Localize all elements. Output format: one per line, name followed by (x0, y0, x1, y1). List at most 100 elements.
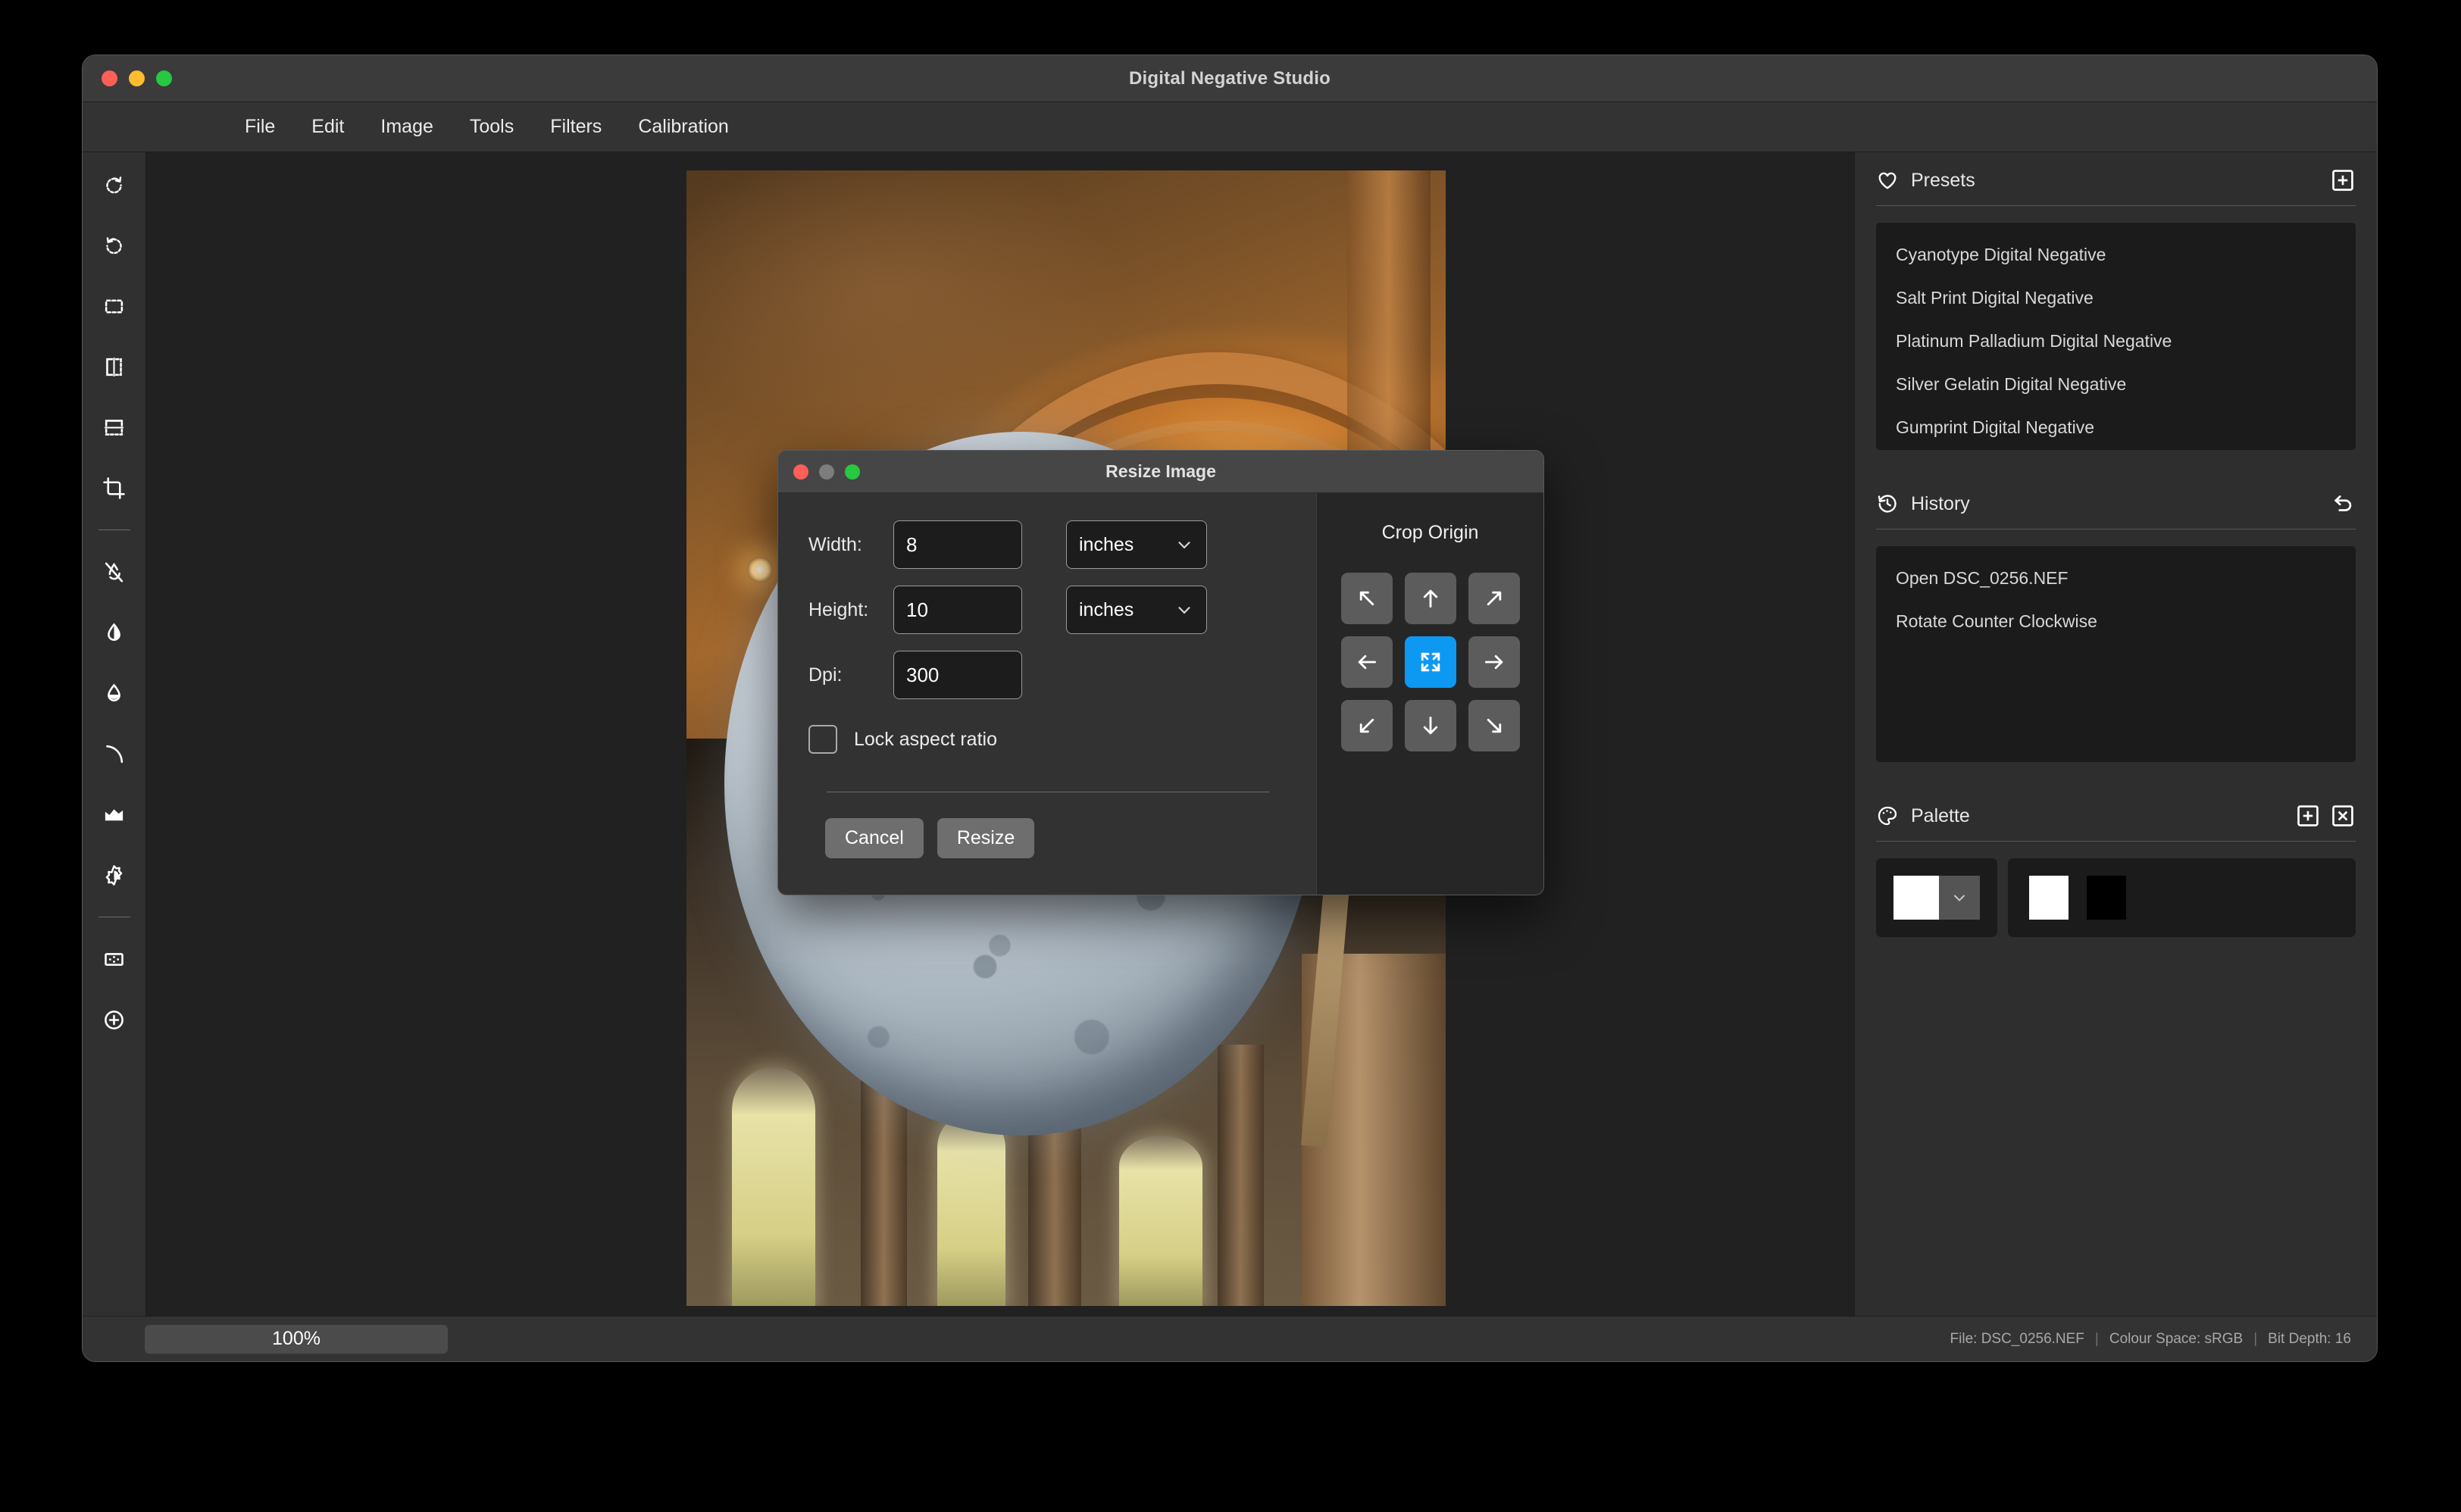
saturation-droplet-tool[interactable] (92, 671, 136, 715)
statusbar: 100% File: DSC_0256.NEF | Colour Space: … (83, 1316, 2377, 1361)
height-label: Height: (808, 598, 869, 620)
current-colour-swatch[interactable] (1893, 876, 1939, 920)
grain-tool[interactable] (92, 937, 136, 981)
crop-origin-top-center[interactable] (1404, 573, 1456, 624)
crop-origin-bottom-right[interactable] (1468, 700, 1520, 751)
crop-origin-bottom-left[interactable] (1340, 700, 1393, 751)
flip-vertical-tool[interactable] (92, 405, 136, 449)
crop-origin-middle-left[interactable] (1340, 636, 1393, 688)
status-colour-space: Colour Space: sRGB (2109, 1330, 2244, 1347)
right-sidebar: Presets Cyanotype Digital Negative Salt … (1854, 152, 2377, 1316)
menu-tools[interactable]: Tools (452, 111, 532, 142)
colour-picker[interactable] (1876, 858, 1997, 937)
photo-window (937, 1113, 1005, 1306)
rotate-clockwise-tool[interactable] (92, 163, 136, 207)
menubar: File Edit Image Tools Filters Calibratio… (83, 102, 2377, 152)
height-unit-value: inches (1079, 598, 1134, 620)
preset-item[interactable]: Platinum Palladium Digital Negative (1876, 320, 2356, 363)
crop-origin-title: Crop Origin (1381, 522, 1479, 543)
crop-origin-top-left[interactable] (1340, 573, 1393, 624)
crop-origin-bottom-center[interactable] (1404, 700, 1456, 751)
colour-picker-inner (1893, 876, 1980, 920)
dialog-body: Width: inches Height: inches (778, 493, 1543, 895)
rotate-counter-clockwise-tool[interactable] (92, 223, 136, 267)
preset-item[interactable]: Cyanotype Digital Negative (1876, 233, 2356, 276)
dpi-field-row: Dpi: (808, 651, 1286, 699)
menu-file[interactable]: File (227, 111, 293, 142)
menu-image[interactable]: Image (362, 111, 451, 142)
selection-marquee-tool[interactable] (92, 284, 136, 328)
menu-calibration[interactable]: Calibration (620, 111, 747, 142)
status-info: File: DSC_0256.NEF | Colour Space: sRGB … (1950, 1331, 2351, 1348)
crop-origin-middle-right[interactable] (1468, 636, 1520, 688)
crop-origin-panel: Crop Origin (1316, 493, 1543, 895)
photo-window (1119, 1136, 1203, 1306)
expand-icon (1421, 652, 1440, 672)
arrow-down-icon (1423, 716, 1437, 735)
height-unit-select[interactable]: inches (1066, 586, 1207, 634)
heart-icon (1876, 169, 1899, 192)
dialog-form: Width: inches Height: inches (778, 493, 1316, 895)
window-titlebar: Digital Negative Studio (83, 55, 2377, 102)
curve-tool[interactable] (92, 732, 136, 776)
width-unit-value: inches (1079, 533, 1134, 555)
resize-image-dialog: Resize Image Width: inches Height: inc (777, 450, 1544, 895)
crop-origin-grid (1317, 573, 1543, 751)
history-item[interactable]: Rotate Counter Clockwise (1876, 600, 2356, 643)
arrow-left-icon (1358, 654, 1376, 670)
preset-item[interactable]: Salt Print Digital Negative (1876, 276, 2356, 320)
history-title: History (1911, 492, 1970, 514)
width-unit-select[interactable]: inches (1066, 520, 1207, 569)
arrow-right-icon (1484, 654, 1503, 670)
palette-panel-header: Palette (1855, 788, 2377, 841)
palette-swatch-black[interactable] (2087, 876, 2126, 920)
window-title: Digital Negative Studio (1129, 67, 1331, 89)
palette-swatch-white[interactable] (2029, 876, 2069, 920)
status-bit-depth: Bit Depth: 16 (2268, 1330, 2351, 1347)
height-field-row: Height: inches (808, 586, 1286, 634)
status-separator: | (2094, 1330, 2099, 1347)
menu-filters[interactable]: Filters (532, 111, 620, 142)
remove-colour-icon[interactable] (2330, 803, 2356, 829)
lock-aspect-ratio-label: Lock aspect ratio (854, 728, 997, 750)
crop-origin-center[interactable] (1404, 636, 1456, 688)
presets-title: Presets (1911, 169, 1975, 191)
flip-horizontal-tool[interactable] (92, 345, 136, 389)
status-separator: | (2253, 1330, 2258, 1347)
undo-icon[interactable] (2330, 491, 2356, 517)
height-input[interactable] (893, 586, 1022, 634)
levels-histogram-tool[interactable] (92, 792, 136, 836)
palette-swatches (2008, 858, 2356, 937)
chevron-down-icon[interactable] (1939, 876, 1980, 920)
dialog-actions: Cancel Resize (808, 818, 1286, 858)
lock-aspect-ratio-checkbox[interactable] (808, 725, 837, 754)
lock-aspect-ratio-row[interactable]: Lock aspect ratio (808, 725, 1286, 754)
arrow-up-left-icon (1359, 591, 1374, 606)
dpi-input[interactable] (893, 651, 1022, 699)
arrow-down-left-icon (1359, 718, 1374, 733)
history-item[interactable]: Open DSC_0256.NEF (1876, 557, 2356, 600)
crop-tool[interactable] (92, 466, 136, 510)
palette-icon (1876, 804, 1899, 827)
arrow-up-right-icon (1487, 591, 1501, 606)
dialog-titlebar: Resize Image (778, 451, 1543, 493)
preset-item[interactable]: Silver Gelatin Digital Negative (1876, 363, 2356, 406)
history-divider (1876, 529, 2356, 530)
width-input[interactable] (893, 520, 1022, 569)
add-circle-tool[interactable] (92, 998, 136, 1042)
contrast-droplet-tool[interactable] (92, 611, 136, 654)
resize-button[interactable]: Resize (937, 818, 1035, 858)
blur-off-tool[interactable] (92, 550, 136, 594)
menu-edit[interactable]: Edit (293, 111, 362, 142)
width-field-row: Width: inches (808, 520, 1286, 569)
status-file: File: DSC_0256.NEF (1950, 1330, 2084, 1347)
chevron-down-icon (1178, 542, 1190, 549)
brightness-tool[interactable] (92, 853, 136, 897)
add-preset-icon[interactable] (2330, 167, 2356, 193)
zoom-level-slider[interactable]: 100% (145, 1324, 448, 1354)
add-colour-icon[interactable] (2295, 803, 2321, 829)
preset-item[interactable]: Gumprint Digital Negative (1876, 406, 2356, 449)
arrow-down-right-icon (1487, 718, 1501, 733)
cancel-button[interactable]: Cancel (825, 818, 924, 858)
crop-origin-top-right[interactable] (1468, 573, 1520, 624)
